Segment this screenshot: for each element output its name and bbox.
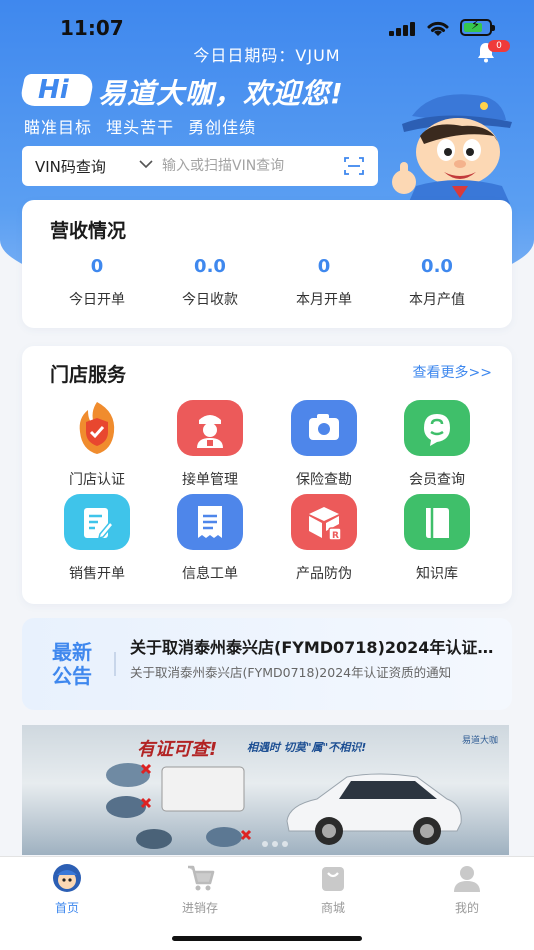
tab-home[interactable]: 首页 [22, 863, 112, 916]
suv-car-illustration [286, 773, 462, 845]
vin-mode-select[interactable]: VIN码查询 [35, 156, 106, 177]
stat-label: 今日开单 [69, 292, 125, 308]
home-indicator [172, 936, 362, 941]
revenue-title: 营收情况 [50, 220, 127, 242]
view-more-link[interactable]: 查看更多>> [413, 362, 492, 382]
edit-form-icon [64, 494, 130, 550]
notice-subtitle: 关于取消泰州泰兴店(FYMD0718)2024年认证资质的通知 [130, 665, 452, 680]
stat-label: 本月开单 [296, 292, 352, 308]
hi-text: Hi [38, 75, 69, 105]
tab-label: 首页 [54, 901, 79, 915]
service-label: 门店认证 [69, 472, 125, 488]
mechanic-icon [177, 400, 243, 456]
service-store-certification[interactable]: 门店认证 [47, 400, 147, 489]
stat-today-orders[interactable]: 0 今日开单 [42, 256, 152, 309]
promo-banner[interactable]: 有证可查! 相遇时 切莫"属"不相识! 易道大咖 [22, 725, 509, 855]
revenue-card: 营收情况 0 今日开单 0.0 今日收款 0 本月开单 0.0 本月产值 [22, 200, 512, 328]
tab-mall[interactable]: 商城 [288, 863, 378, 916]
service-label: 产品防伪 [296, 566, 352, 582]
banner-headline: 有证可查! [137, 739, 218, 760]
divider [114, 652, 116, 676]
camera-icon [291, 400, 357, 456]
stat-today-payments[interactable]: 0.0 今日收款 [155, 256, 265, 309]
shopping-bag-icon [322, 867, 344, 891]
tab-label: 进销存 [181, 901, 218, 915]
service-sales-order[interactable]: 销售开单 [47, 494, 147, 583]
battery-icon: ⚡ [460, 18, 495, 36]
cellular-signal-icon [389, 22, 415, 36]
welcome-text: 易道大咖，欢迎您! [98, 77, 344, 110]
service-label: 接单管理 [182, 472, 238, 488]
stat-value: 0 [90, 256, 104, 277]
stat-value: 0.0 [421, 256, 453, 277]
stat-month-output[interactable]: 0.0 本月产值 [382, 256, 492, 309]
shield-flame-icon [64, 400, 130, 456]
wifi-icon [427, 21, 449, 36]
notice-tag: 最新 公告 [52, 640, 92, 688]
service-order-management[interactable]: 接单管理 [160, 400, 260, 489]
user-icon [454, 866, 480, 892]
tab-inventory[interactable]: 进销存 [155, 863, 245, 916]
vin-search-input[interactable] [162, 152, 332, 180]
service-label: 销售开单 [69, 566, 125, 582]
notification-badge: 0 [488, 40, 510, 52]
banner-brand: 易道大咖 [462, 736, 499, 746]
service-label: 信息工单 [182, 566, 238, 582]
scan-icon[interactable] [344, 156, 364, 176]
mascot-illustration [392, 94, 512, 204]
svg-text:R: R [332, 531, 339, 541]
book-icon [404, 494, 470, 550]
service-label: 保险查勘 [296, 472, 352, 488]
banner-pagination [260, 832, 290, 851]
banner-subline: 相遇时 切莫"属"不相识! [247, 741, 367, 754]
member-icon [404, 400, 470, 456]
glass-products-illustration [106, 763, 252, 849]
stat-value: 0.0 [194, 256, 226, 277]
stat-label: 本月产值 [409, 292, 465, 308]
store-services-card: 门店服务 查看更多>> 门店认证 接单管理 保险查勘 会员查询 销售开单 信息工… [22, 346, 512, 604]
service-label: 知识库 [416, 566, 458, 582]
status-time: 11:07 [60, 16, 124, 40]
service-knowledge-base[interactable]: 知识库 [387, 494, 487, 583]
stat-month-orders[interactable]: 0 本月开单 [269, 256, 379, 309]
stat-label: 今日收款 [182, 292, 238, 308]
service-info-ticket[interactable]: 信息工单 [160, 494, 260, 583]
welcome-banner: Hi 易道大咖，欢迎您! [18, 72, 392, 110]
day-code-label: 今日日期码：VJUM [193, 46, 341, 65]
service-label: 会员查询 [409, 472, 465, 488]
home-mascot-icon [53, 864, 81, 892]
tab-label: 我的 [454, 901, 479, 915]
vin-search-bar: VIN码查询 [22, 146, 378, 186]
latest-notice[interactable]: 最新 公告 关于取消泰州泰兴店(FYMD0718)2024年认证资质的通知 关于… [22, 618, 512, 710]
anti-counterfeit-box-icon: R [291, 494, 357, 550]
service-anti-counterfeit[interactable]: R 产品防伪 [274, 494, 374, 583]
receipt-icon [177, 494, 243, 550]
cart-icon [188, 865, 215, 891]
notice-title: 关于取消泰州泰兴店(FYMD0718)2024年认证资质的通知 [130, 638, 502, 657]
chevron-down-icon[interactable] [138, 156, 154, 172]
service-insurance-survey[interactable]: 保险查勘 [274, 400, 374, 489]
tab-label: 商城 [320, 901, 345, 915]
stat-value: 0 [317, 256, 331, 277]
service-member-query[interactable]: 会员查询 [387, 400, 487, 489]
services-title: 门店服务 [50, 364, 127, 386]
tab-profile[interactable]: 我的 [422, 863, 512, 916]
slogan-text: 瞄准目标 埋头苦干 勇创佳绩 [24, 118, 257, 137]
